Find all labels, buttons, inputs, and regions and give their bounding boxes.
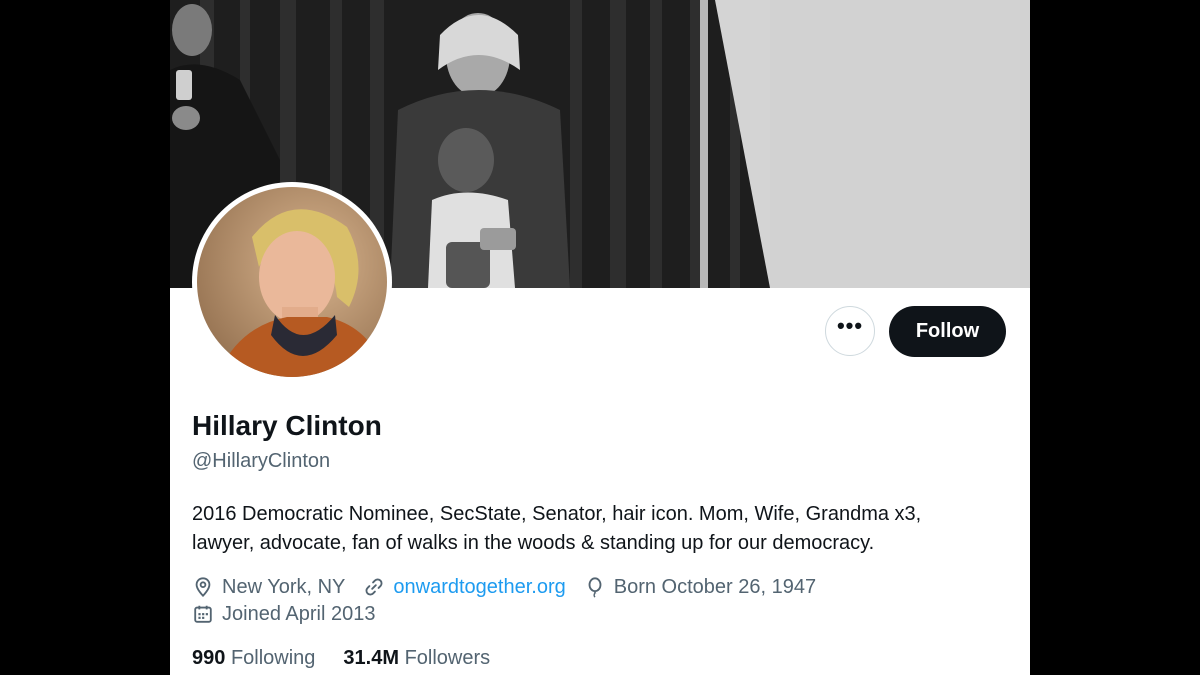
profile-stats: 990 Following 31.4M Followers: [192, 647, 518, 670]
following-link[interactable]: 990 Following: [192, 647, 315, 670]
more-icon: •••: [836, 313, 864, 338]
profile-page: ••• Follow Hillary Clinton @HillaryClint…: [170, 0, 1030, 675]
bio-line: 2016 Democratic Nominee, SecState, Senat…: [192, 503, 922, 525]
profile-location: New York, NY: [192, 576, 345, 599]
calendar-icon: [194, 605, 212, 623]
display-name: Hillary Clinton: [192, 410, 382, 441]
avatar-image: [197, 187, 387, 377]
location-text: New York, NY: [222, 575, 346, 598]
profile-birthday: Born October 26, 1947: [584, 576, 816, 599]
profile-meta-row: Joined April 2013: [192, 600, 393, 628]
more-options-button[interactable]: •••: [825, 306, 875, 356]
following-label: Following: [230, 647, 316, 669]
followers-label: Followers: [404, 647, 491, 669]
follow-button[interactable]: Follow: [889, 306, 1006, 357]
birthday-text: Born October 26, 1947: [613, 575, 817, 598]
website-link[interactable]: onwardtogether.org: [393, 576, 565, 599]
followers-link[interactable]: 31.4M Followers: [343, 647, 490, 670]
bio-line: lawyer, advocate, fan of walks in the wo…: [192, 532, 875, 554]
link-icon: [365, 578, 383, 596]
profile-joined: Joined April 2013: [192, 603, 375, 626]
profile-meta-row: New York, NY onwardtogether.org Born Oct…: [192, 573, 834, 601]
profile-website[interactable]: onwardtogether.org: [363, 576, 566, 599]
user-handle: @HillaryClinton: [192, 450, 331, 472]
profile-avatar[interactable]: [192, 182, 392, 382]
profile-bio: 2016 Democratic Nominee, SecState, Senat…: [192, 500, 1022, 558]
following-count: 990: [192, 647, 231, 669]
location-pin-icon: [195, 577, 211, 598]
followers-count: 31.4M: [343, 647, 405, 669]
joined-text: Joined April 2013: [222, 602, 376, 625]
balloon-icon: [588, 577, 602, 598]
